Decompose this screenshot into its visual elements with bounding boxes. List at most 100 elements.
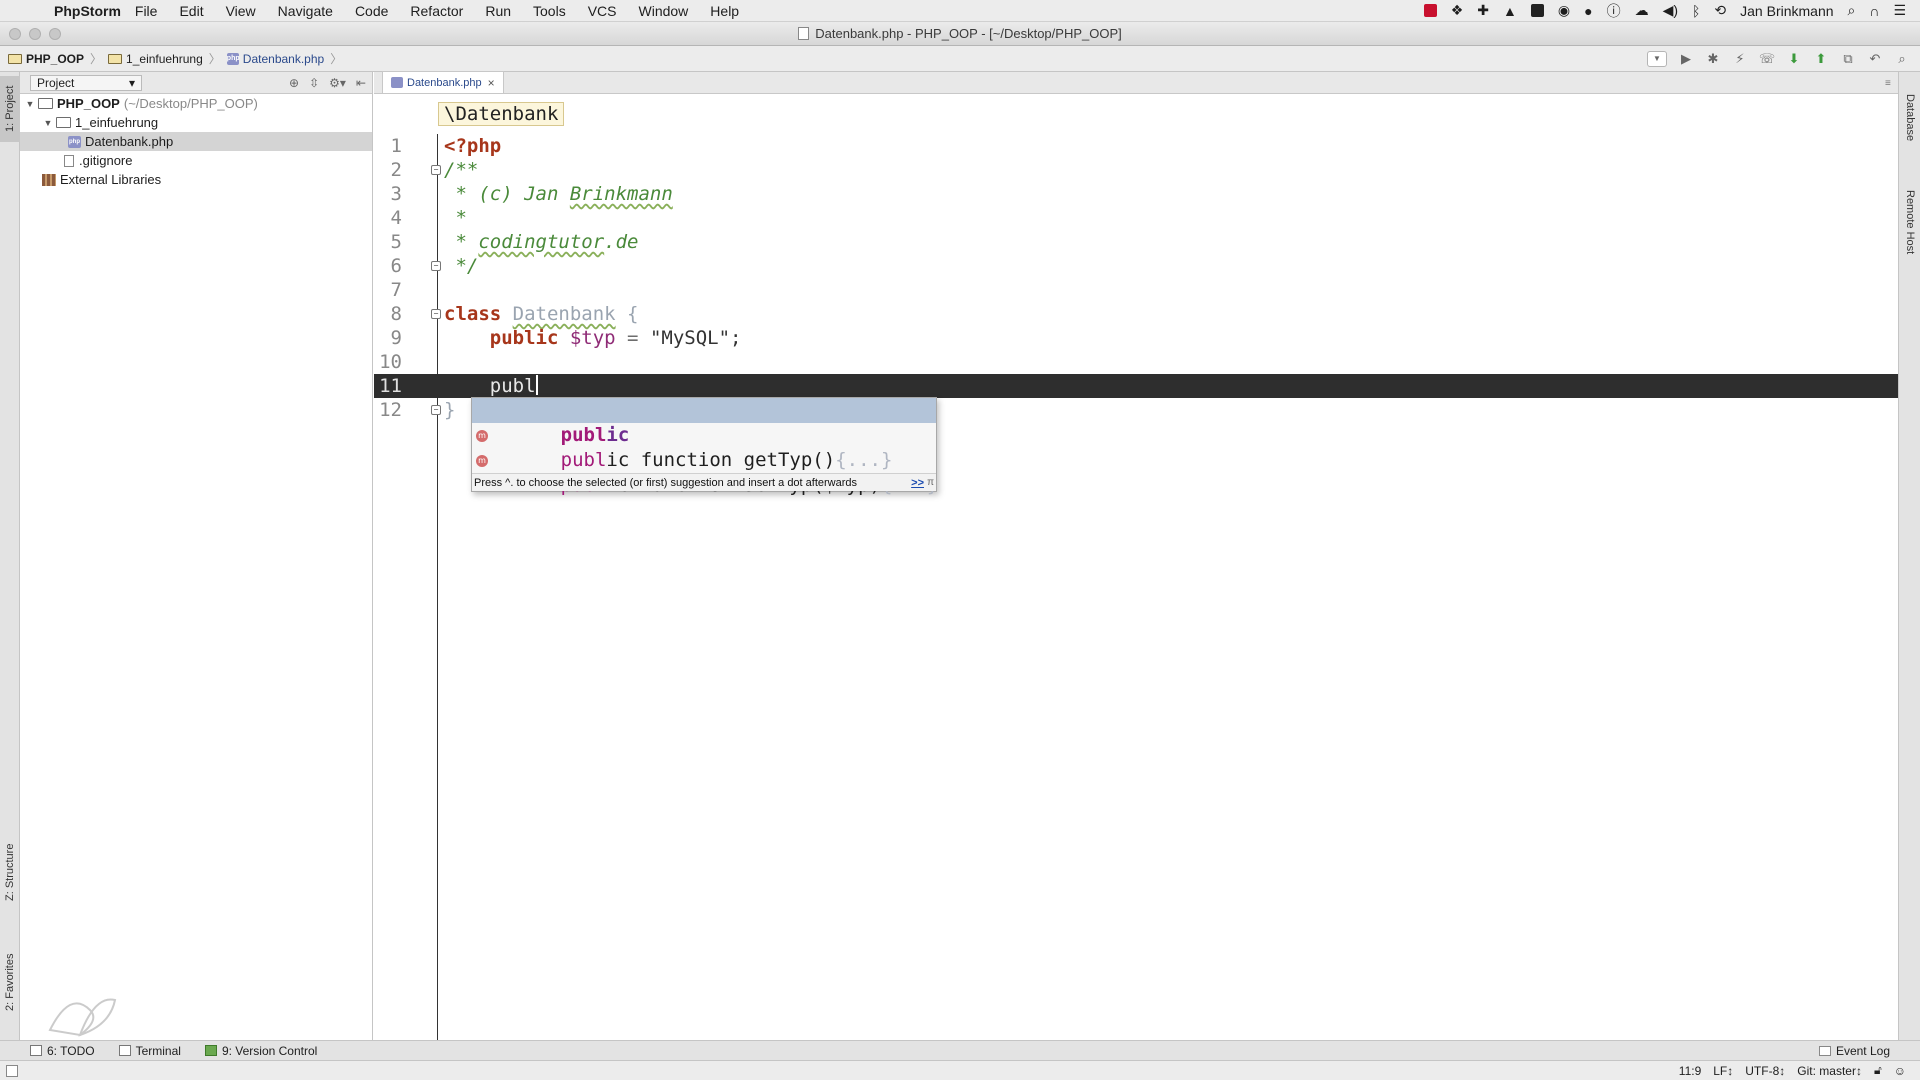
vcs-commit-icon[interactable]: ⬆ (1813, 51, 1829, 67)
completion-item[interactable]: public (472, 398, 936, 446)
headphones-icon[interactable]: ∩ (1869, 3, 1879, 19)
completion-item[interactable]: m public function getTyp(){...} (472, 423, 936, 471)
tool-tab-event-log[interactable]: Event Log (1818, 1044, 1920, 1058)
fold-marker-icon[interactable]: − (431, 309, 441, 319)
breadcrumb-file[interactable]: php Datenbank.php 〉 (226, 50, 342, 67)
menu-help[interactable]: Help (710, 3, 739, 19)
caret-position[interactable]: 11:9 (1679, 1064, 1701, 1078)
editor-tab-datenbank-php[interactable]: Datenbank.php × (382, 71, 504, 93)
debug-icon[interactable]: ✱ (1705, 51, 1721, 67)
vcs-update-icon[interactable]: ⬇ (1786, 51, 1802, 67)
code-line[interactable]: 10 (374, 350, 1898, 374)
lock-icon[interactable]: 🔓︎ (1874, 1063, 1882, 1078)
fold-marker-icon[interactable]: − (431, 405, 441, 415)
record-icon[interactable] (1423, 4, 1437, 17)
volume-icon[interactable]: ◀) (1663, 2, 1678, 19)
expand-arrow-icon[interactable]: ▼ (24, 99, 36, 109)
tree-item-project-root[interactable]: ▼ PHP_OOP (~/Desktop/PHP_OOP) (20, 94, 372, 113)
tool-tab-todo[interactable]: 6: TODO (30, 1044, 95, 1058)
code-line[interactable]: 2 −/** (374, 158, 1898, 182)
tool-tab-database[interactable]: Database (1899, 78, 1920, 158)
code-line[interactable]: 5 * codingtutor.de (374, 230, 1898, 254)
info-icon[interactable]: ⓘ (1607, 1, 1621, 21)
tree-item-datenbank-php[interactable]: php Datenbank.php (20, 132, 372, 151)
menu-refactor[interactable]: Refactor (410, 3, 463, 19)
menu-code[interactable]: Code (355, 3, 388, 19)
menu-tools[interactable]: Tools (533, 3, 566, 19)
code-editor[interactable]: 1 <?php 2−/** 3 * (c) Jan Brinkmann 4 * 5 * c… (374, 134, 1898, 422)
spotlight-icon[interactable]: ⌕ (1848, 2, 1856, 19)
search-everywhere-icon[interactable]: ⌕ (1894, 51, 1910, 67)
tool-tab-remote-host[interactable]: Remote Host (1899, 172, 1920, 272)
code-line[interactable]: 6 − */ (374, 254, 1898, 278)
code-line[interactable]: 8 − class Datenbank { (374, 302, 1898, 326)
git-branch[interactable]: Git: master↕ (1797, 1064, 1862, 1078)
notification-center-icon[interactable]: ☰ (1893, 2, 1906, 19)
php-listen-icon[interactable]: ☏ (1759, 51, 1775, 67)
code-line[interactable]: 3 * (c) Jan Brinkmann (374, 182, 1898, 206)
hide-panel-icon[interactable]: ⇤ (356, 76, 366, 90)
pin-icon[interactable]: π (927, 474, 934, 492)
drive-icon[interactable]: ▲ (1503, 3, 1517, 19)
run-icon[interactable]: ▶ (1678, 51, 1694, 67)
toggle-tool-windows-icon[interactable] (6, 1064, 18, 1077)
tree-item-folder[interactable]: ▼ 1_einfuehrung (20, 113, 372, 132)
menu-edit[interactable]: Edit (179, 3, 203, 19)
tool-tab-terminal[interactable]: Terminal (118, 1044, 181, 1058)
menu-run[interactable]: Run (485, 3, 511, 19)
tree-item-gitignore[interactable]: .gitignore (20, 151, 372, 170)
run-config-dropdown[interactable]: ▼ (1647, 50, 1667, 67)
user-name[interactable]: Jan Brinkmann (1740, 3, 1833, 19)
breadcrumb-folder[interactable]: 1_einfuehrung 〉 (108, 50, 221, 67)
menu-vcs[interactable]: VCS (588, 3, 617, 19)
coverage-icon[interactable]: ⚡ (1732, 51, 1748, 67)
tool-tab-structure[interactable]: Z: Structure (0, 832, 20, 912)
leaf-icon[interactable]: ◉ (1558, 2, 1570, 19)
menu-app-name[interactable]: PhpStorm (54, 3, 121, 19)
fold-marker-icon[interactable]: − (431, 261, 441, 271)
menu-navigate[interactable]: Navigate (278, 3, 333, 19)
code-line[interactable]: 7 (374, 278, 1898, 302)
vcs-revert-icon[interactable]: ↶ (1867, 51, 1883, 67)
zoom-window-button[interactable] (49, 28, 61, 40)
project-view-dropdown[interactable]: Project ▾ (30, 74, 142, 91)
tool-tab-label: 2: Favorites (4, 953, 16, 1011)
cloud-icon[interactable]: ☁ (1635, 2, 1649, 19)
code-line[interactable]: 9 public $typ = "MySQL"; (374, 326, 1898, 350)
code-line[interactable]: 1 <?php (374, 134, 1898, 158)
app-icon[interactable] (1530, 4, 1544, 17)
menu-window[interactable]: Window (639, 3, 689, 19)
tree-item-external-libraries[interactable]: External Libraries (20, 170, 372, 189)
code-line[interactable]: 11 publ (374, 374, 1898, 398)
folder-icon (38, 98, 53, 109)
completion-item[interactable]: mpublic function setTyp($typ){...} (472, 448, 938, 496)
menu-file[interactable]: File (135, 3, 158, 19)
breadcrumb-project[interactable]: PHP_OOP 〉 (8, 50, 102, 67)
tool-tab-project[interactable]: 1: Project (0, 76, 20, 142)
folder-icon (56, 117, 71, 128)
menu-view[interactable]: View (226, 3, 256, 19)
code-line[interactable]: 4 * (374, 206, 1898, 230)
tool-tab-version-control[interactable]: 9: Version Control (204, 1044, 317, 1058)
version-control-icon (204, 1045, 217, 1056)
collapse-all-icon[interactable]: ⇳ (309, 76, 319, 90)
evernote-icon[interactable]: ● (1584, 3, 1592, 19)
code-token: $typ (569, 327, 616, 349)
gear-icon[interactable]: ⚙▾ (329, 76, 346, 90)
plus-icon[interactable]: ✚ (1477, 2, 1489, 19)
tool-tab-favorites[interactable]: 2: Favorites (0, 942, 20, 1022)
dropbox-icon[interactable]: ❖ (1451, 2, 1464, 19)
close-window-button[interactable] (9, 28, 21, 40)
bluetooth-icon[interactable]: ᛒ (1692, 3, 1700, 19)
completion-more-link[interactable]: >> (911, 474, 924, 492)
minimize-window-button[interactable] (29, 28, 41, 40)
file-encoding[interactable]: UTF-8↕ (1745, 1064, 1785, 1078)
close-icon[interactable]: × (488, 76, 495, 90)
line-separator[interactable]: LF↕ (1713, 1064, 1733, 1078)
fold-marker-icon[interactable]: − (431, 165, 441, 175)
scroll-from-source-icon[interactable]: ⊕ (289, 76, 299, 90)
inspector-icon[interactable]: ☺ (1894, 1064, 1906, 1078)
vcs-compare-icon[interactable]: ⧉ (1840, 51, 1856, 67)
time-machine-icon[interactable]: ⟲ (1714, 2, 1726, 19)
expand-arrow-icon[interactable]: ▼ (42, 118, 54, 128)
